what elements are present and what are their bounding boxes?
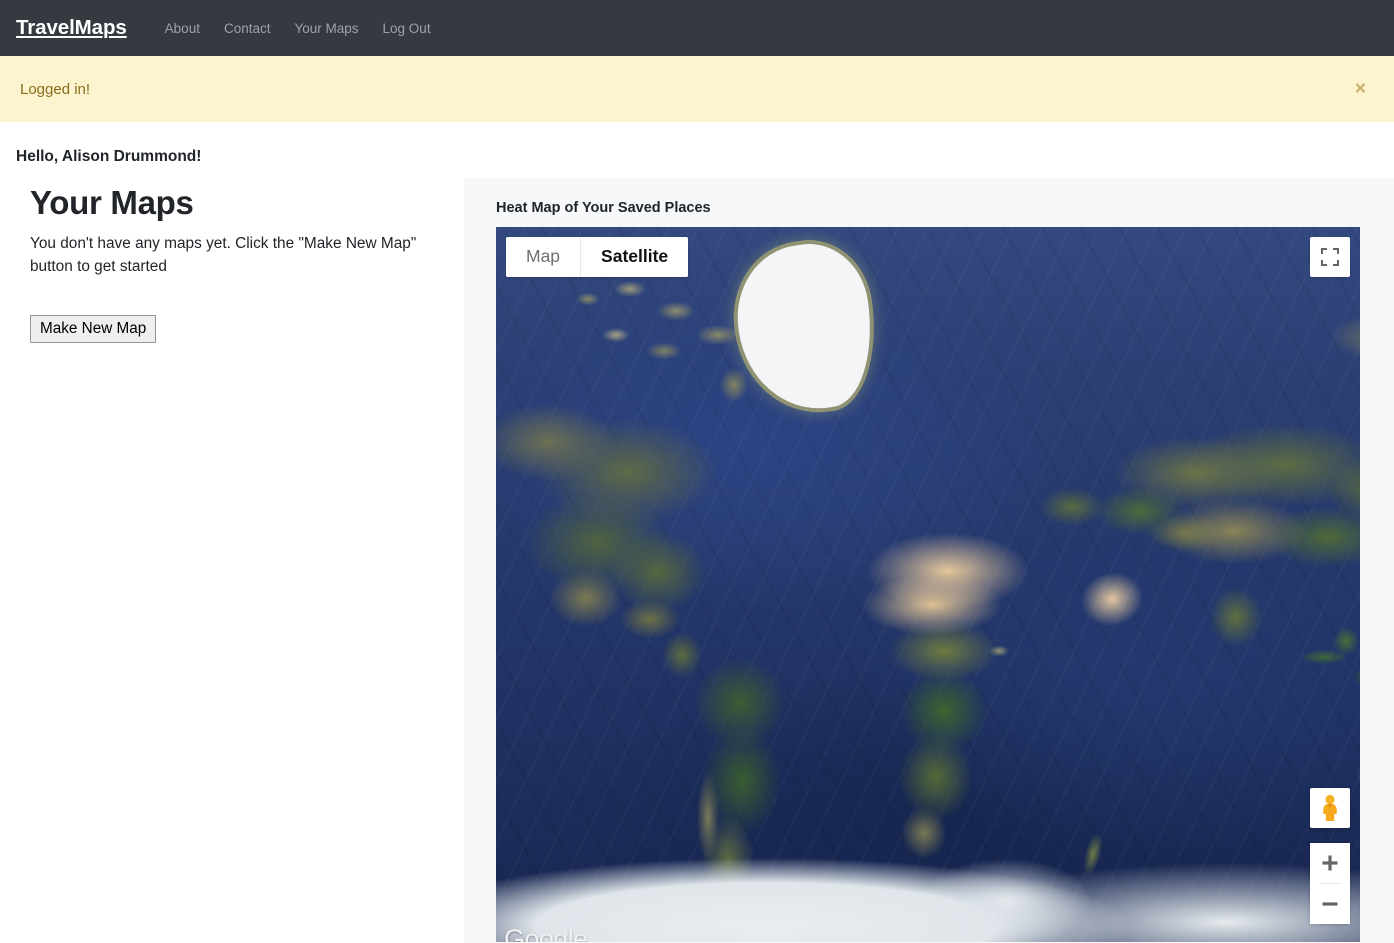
alert-message: Logged in! — [20, 80, 91, 98]
heat-map-panel: Heat Map of Your Saved Places Map Satell… — [464, 178, 1394, 943]
brand-logo[interactable]: TravelMaps — [16, 16, 127, 40]
nav-link-contact[interactable]: Contact — [212, 13, 283, 44]
flash-alert: Logged in! × — [0, 56, 1394, 122]
nav-link-log-out[interactable]: Log Out — [371, 13, 443, 44]
page-title: Your Maps — [30, 184, 194, 221]
nav-link-about[interactable]: About — [153, 13, 212, 44]
alert-close-icon[interactable]: × — [1349, 76, 1372, 103]
landmass-arctic-russia — [1326, 267, 1360, 387]
landmass-canadian-arctic — [568, 277, 758, 407]
map-type-button-map[interactable]: Map — [506, 237, 581, 277]
fullscreen-icon[interactable] — [1310, 237, 1350, 277]
google-attribution: Google — [504, 924, 588, 942]
map-type-control: Map Satellite — [506, 237, 689, 277]
pegman-street-view-icon[interactable] — [1310, 788, 1350, 828]
your-maps-panel: Your Maps You don't have any maps yet. C… — [0, 178, 464, 344]
map-heading: Heat Map of Your Saved Places — [496, 200, 711, 216]
zoom-control — [1310, 843, 1350, 924]
main-content: Your Maps You don't have any maps yet. C… — [0, 178, 1394, 943]
user-greeting: Hello, Alison Drummond! — [16, 148, 202, 165]
empty-state-message: You don't have any maps yet. Click the "… — [30, 235, 417, 276]
nav-links: About Contact Your Maps Log Out — [153, 13, 443, 44]
zoom-out-button[interactable] — [1310, 884, 1350, 924]
landmass-india — [1196, 577, 1282, 669]
google-map-canvas[interactable]: Map Satellite Google — [496, 227, 1360, 942]
nav-link-your-maps[interactable]: Your Maps — [282, 13, 370, 44]
map-type-button-satellite[interactable]: Satellite — [580, 237, 689, 277]
zoom-in-button[interactable] — [1310, 843, 1350, 883]
make-new-map-button[interactable]: Make New Map — [30, 314, 157, 344]
landmass-antarctica — [496, 806, 1360, 942]
landmass-southeast-asia — [1286, 627, 1360, 737]
top-navbar: TravelMaps About Contact Your Maps Log O… — [0, 0, 1394, 56]
